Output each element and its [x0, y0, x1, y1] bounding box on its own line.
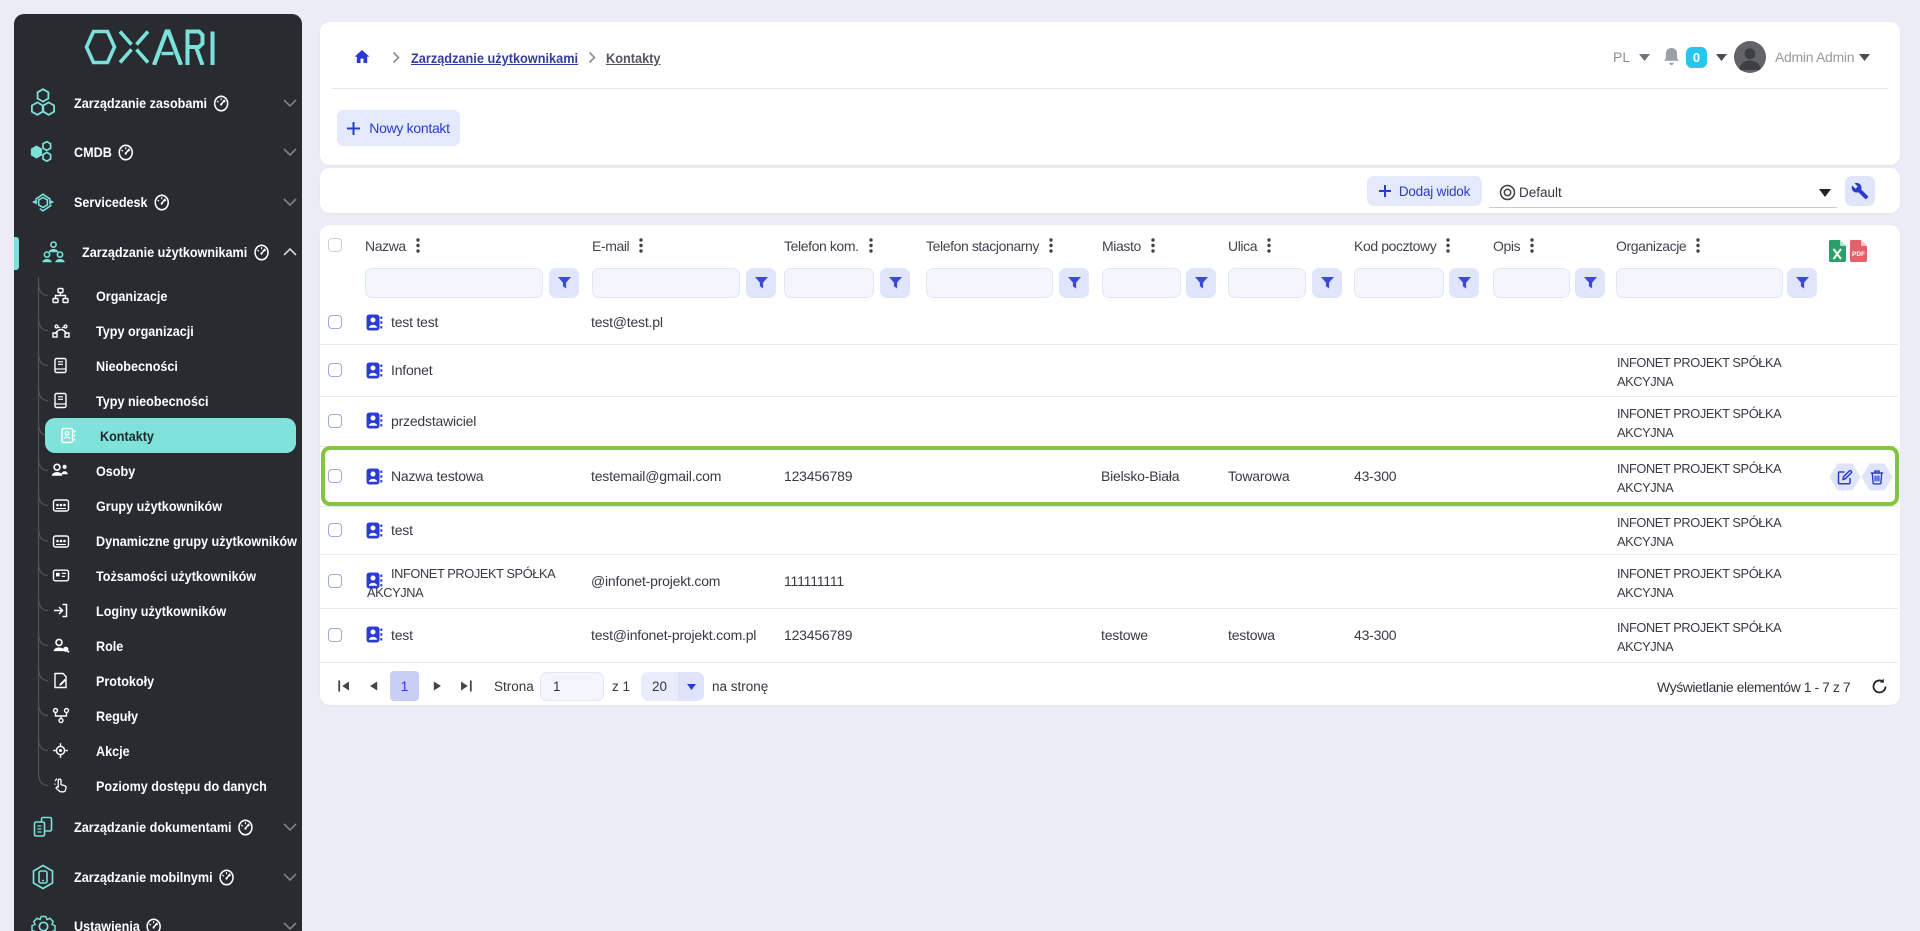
svg-text:PDF: PDF — [1852, 251, 1865, 258]
